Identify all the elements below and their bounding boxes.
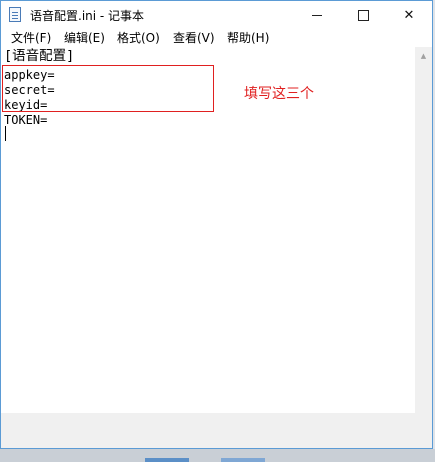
editor-line-section: [语音配置] xyxy=(4,48,75,64)
annotation-highlight-box xyxy=(2,65,214,112)
text-editor[interactable]: [语音配置] appkey= secret= keyid= TOKEN= 填写这… xyxy=(1,47,415,413)
annotation-text: 填写这三个 xyxy=(244,86,314,102)
close-icon: ✕ xyxy=(403,8,415,23)
text-caret xyxy=(5,126,6,141)
maximize-button[interactable] xyxy=(340,1,386,30)
menu-edit[interactable]: 编辑(E) xyxy=(64,30,105,47)
title-bar[interactable]: 语音配置.ini - 记事本 ✕ xyxy=(1,1,432,30)
menu-bar: 文件(F) 编辑(E) 格式(O) 查看(V) 帮助(H) xyxy=(1,30,432,47)
minimize-icon xyxy=(312,15,322,16)
menu-help[interactable]: 帮助(H) xyxy=(227,30,269,47)
menu-file[interactable]: 文件(F) xyxy=(11,30,51,47)
chevron-up-icon[interactable]: ▲ xyxy=(415,47,432,64)
taskbar-item[interactable] xyxy=(221,458,265,462)
maximize-icon xyxy=(357,10,369,21)
notepad-window: 语音配置.ini - 记事本 ✕ 文件(F) 编辑(E) 格式(O) 查看(V)… xyxy=(0,0,433,449)
minimize-button[interactable] xyxy=(294,1,340,30)
notepad-icon xyxy=(9,7,21,22)
taskbar-item[interactable] xyxy=(145,458,189,462)
menu-view[interactable]: 查看(V) xyxy=(173,30,215,47)
taskbar xyxy=(0,449,435,462)
close-button[interactable]: ✕ xyxy=(386,1,432,30)
bottom-area xyxy=(1,413,432,448)
window-title: 语音配置.ini - 记事本 xyxy=(30,9,145,23)
menu-format[interactable]: 格式(O) xyxy=(117,30,160,47)
vertical-scrollbar[interactable]: ▲ xyxy=(415,47,432,413)
editor-line-token: TOKEN= xyxy=(4,113,48,127)
